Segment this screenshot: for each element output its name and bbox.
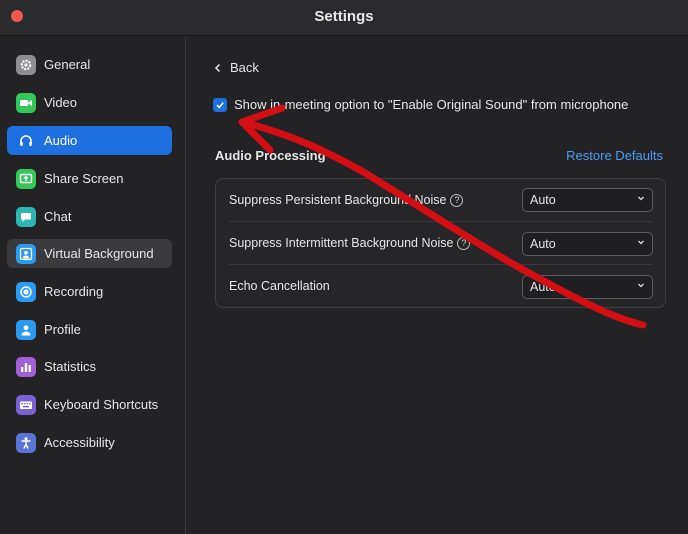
share-screen-icon bbox=[16, 168, 36, 189]
echo-cancellation-select[interactable]: Auto bbox=[522, 275, 653, 299]
select-value: Auto bbox=[530, 237, 556, 251]
window-title: Settings bbox=[314, 8, 374, 25]
select-value: Auto bbox=[530, 193, 556, 207]
sidebar-item-label: Audio bbox=[44, 133, 78, 148]
sidebar-item-statistics[interactable]: Statistics bbox=[7, 352, 172, 381]
help-icon[interactable]: ? bbox=[457, 236, 471, 250]
back-button[interactable]: Back bbox=[214, 60, 259, 75]
section-title: Audio Processing bbox=[215, 148, 326, 163]
sidebar-item-audio[interactable]: Audio bbox=[7, 126, 172, 155]
sidebar: General Video Audio Share Screen Chat Vi… bbox=[0, 37, 186, 534]
checkmark-icon bbox=[216, 101, 224, 109]
sidebar-item-recording[interactable]: Recording bbox=[7, 277, 172, 306]
setting-label-text: Suppress Persistent Background Noise bbox=[229, 193, 447, 207]
sidebar-item-general[interactable]: General bbox=[7, 50, 172, 79]
sidebar-item-accessibility[interactable]: Accessibility bbox=[7, 428, 172, 457]
setting-row: Suppress Persistent Background Noise ? A… bbox=[216, 179, 665, 222]
sidebar-item-label: Accessibility bbox=[44, 435, 115, 450]
audio-settings-panel: Back Show in-meeting option to "Enable O… bbox=[187, 37, 688, 534]
sidebar-item-label: Video bbox=[44, 95, 78, 110]
chat-bubble-icon bbox=[16, 206, 36, 227]
sidebar-item-label: Share Screen bbox=[44, 171, 124, 186]
accessibility-icon bbox=[16, 432, 36, 453]
title-bar: Settings bbox=[0, 0, 688, 36]
sidebar-item-label: Virtual Background bbox=[44, 246, 154, 261]
gear-icon bbox=[16, 54, 36, 75]
chevron-down-icon bbox=[638, 283, 644, 288]
sidebar-item-label: Keyboard Shortcuts bbox=[44, 397, 159, 412]
original-sound-option: Show in-meeting option to "Enable Origin… bbox=[213, 97, 628, 112]
sidebar-item-share-screen[interactable]: Share Screen bbox=[7, 164, 172, 193]
sidebar-item-label: Chat bbox=[44, 209, 72, 224]
restore-defaults-link[interactable]: Restore Defaults bbox=[566, 148, 663, 163]
setting-label: Echo Cancellation bbox=[229, 279, 330, 293]
setting-row: Echo Cancellation Auto bbox=[216, 265, 665, 308]
bar-chart-icon bbox=[16, 356, 36, 377]
sidebar-item-label: Profile bbox=[44, 322, 81, 337]
keyboard-icon bbox=[16, 394, 36, 415]
back-label: Back bbox=[230, 60, 259, 75]
setting-label-text: Suppress Intermittent Background Noise bbox=[229, 236, 454, 250]
chevron-left-icon bbox=[214, 63, 221, 72]
setting-label: Suppress Persistent Background Noise ? bbox=[229, 193, 464, 207]
setting-label-text: Echo Cancellation bbox=[229, 279, 330, 293]
chevron-down-icon bbox=[638, 196, 644, 201]
audio-processing-panel: Suppress Persistent Background Noise ? A… bbox=[215, 178, 666, 308]
sidebar-item-label: Statistics bbox=[44, 359, 97, 374]
original-sound-label: Show in-meeting option to "Enable Origin… bbox=[234, 97, 629, 112]
sidebar-item-chat[interactable]: Chat bbox=[7, 202, 172, 231]
person-icon bbox=[16, 319, 36, 340]
video-camera-icon bbox=[16, 92, 36, 113]
original-sound-checkbox[interactable] bbox=[213, 97, 227, 112]
sidebar-item-virtual-background[interactable]: Virtual Background bbox=[7, 239, 172, 268]
sidebar-item-label: Recording bbox=[44, 284, 104, 299]
persistent-noise-select[interactable]: Auto bbox=[522, 188, 653, 212]
sidebar-item-video[interactable]: Video bbox=[7, 88, 172, 117]
help-icon[interactable]: ? bbox=[450, 193, 464, 207]
select-value: Auto bbox=[530, 280, 556, 294]
setting-row: Suppress Intermittent Background Noise ?… bbox=[216, 222, 665, 265]
person-background-icon bbox=[16, 243, 36, 264]
headphones-icon bbox=[16, 131, 36, 151]
sidebar-item-profile[interactable]: Profile bbox=[7, 315, 172, 344]
sidebar-item-label: General bbox=[44, 57, 91, 72]
record-icon bbox=[16, 281, 36, 302]
sidebar-item-keyboard-shortcuts[interactable]: Keyboard Shortcuts bbox=[7, 390, 172, 419]
intermittent-noise-select[interactable]: Auto bbox=[522, 232, 653, 256]
setting-label: Suppress Intermittent Background Noise ? bbox=[229, 236, 471, 250]
chevron-down-icon bbox=[638, 240, 644, 245]
